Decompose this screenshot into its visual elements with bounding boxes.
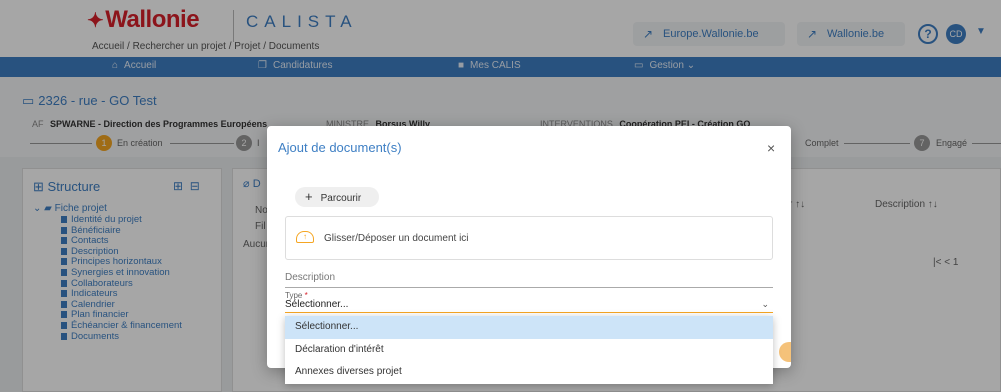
submit-button[interactable] (779, 342, 791, 362)
upload-icon: ↑ (296, 231, 314, 243)
dropzone-label: Glisser/Déposer un document ici (324, 233, 469, 244)
type-select[interactable]: Sélectionner... ⌄ (285, 299, 773, 313)
dropdown-option[interactable]: Déclaration d'intérêt (285, 339, 773, 362)
close-icon[interactable]: × (767, 140, 775, 156)
modal-title: Ajout de document(s) (278, 140, 402, 155)
type-dropdown: Sélectionner... Déclaration d'intérêt An… (285, 316, 773, 384)
dropzone[interactable]: ↑ Glisser/Déposer un document ici (285, 216, 773, 260)
description-input[interactable]: Description (285, 272, 773, 288)
dropdown-option[interactable]: Sélectionner... (285, 316, 773, 339)
plus-icon: + (305, 189, 313, 204)
dropdown-option[interactable]: Annexes diverses projet (285, 361, 773, 384)
chevron-down-icon: ⌄ (761, 299, 769, 309)
browse-button[interactable]: + Parcourir (295, 187, 379, 207)
